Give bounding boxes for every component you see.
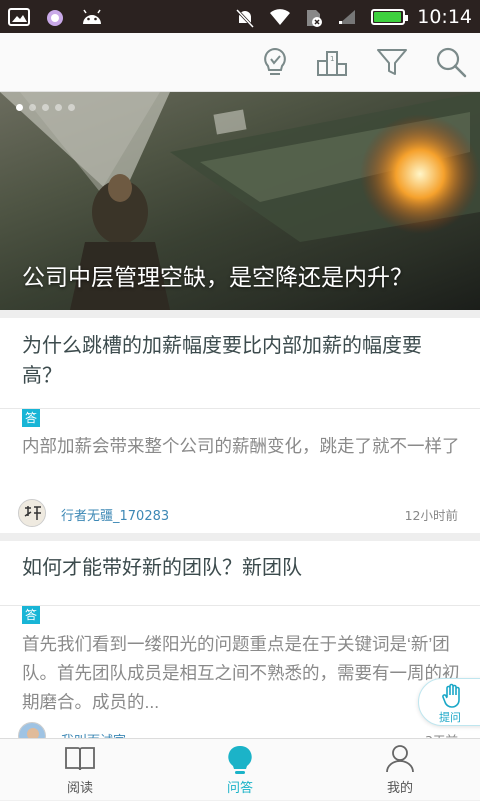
carousel-dot[interactable] [68,104,75,111]
search-icon[interactable] [432,43,470,81]
carousel-indicator [16,104,75,111]
sim-icon [303,8,325,27]
bottom-tab-bar: 阅读 问答 我的 [0,738,480,800]
status-bar: 10:14 [0,0,480,33]
ask-question-label: 提问 [439,711,461,724]
question-card[interactable]: 如何才能带好新的团队？新团队 答 首先我们看到一缕阳光的问题重点是在于关键词是‘… [0,541,480,750]
top-action-bar: 1 [0,33,480,92]
question-card[interactable]: 为什么跳槽的加薪幅度要比内部加薪的幅度要高？ 答 内部加薪会带来整个公司的薪酬变… [0,318,480,533]
wifi-icon [269,8,291,26]
question-title[interactable]: 如何才能带好新的团队？新团队 [22,553,460,583]
carousel-dot[interactable] [42,104,49,111]
filter-icon[interactable] [373,43,411,81]
banner-title: 公司中层管理空缺，是空降还是内升？ [22,264,413,290]
answer-badge: 答 [22,606,40,624]
section-gap [0,533,480,541]
tab-mine[interactable]: 我的 [320,739,480,801]
person-icon [386,745,414,773]
question-title[interactable]: 为什么跳槽的加薪幅度要比内部加薪的幅度要高？ [22,331,460,391]
answer-badge: 答 [22,409,40,427]
hand-icon [442,683,460,708]
tab-read-label: 阅读 [66,781,93,796]
tab-mine-label: 我的 [386,781,413,796]
timestamp: 12小时前 [404,508,458,523]
author-name[interactable]: 行者无疆_170283 [61,505,169,524]
tab-qa[interactable]: 问答 [160,739,320,801]
answer-excerpt[interactable]: 内部加薪会带来整个公司的薪酬变化，跳走了就不一样了 [22,432,462,461]
hero-banner[interactable]: 公司中层管理空缺，是空降还是内升？ [0,92,480,310]
answer-excerpt[interactable]: 首先我们看到一缕阳光的问题重点是在于关键词是‘新’团队。首先团队成员是相互之间不… [22,630,462,717]
carousel-dot[interactable] [55,104,62,111]
avatar[interactable] [18,499,46,527]
tab-read[interactable]: 阅读 [0,739,160,801]
ranking-icon[interactable]: 1 [314,43,352,81]
lightbulb-check-icon[interactable] [256,43,294,81]
mute-icon [235,8,257,28]
lightbulb-icon [228,745,252,774]
tab-qa-label: 问答 [226,781,253,796]
ask-question-button[interactable]: 提问 [418,678,480,726]
circle-app-icon [44,8,66,26]
divider [0,408,480,409]
section-gap [0,310,480,318]
android-icon [80,8,102,26]
book-icon [65,747,95,771]
svg-text:1: 1 [330,55,334,63]
divider [0,605,480,606]
carousel-dot[interactable] [16,104,23,111]
battery-icon [371,8,409,25]
clock-time: 10:14 [417,5,472,28]
signal-icon [337,8,359,26]
image-icon [8,7,30,26]
carousel-dot[interactable] [29,104,36,111]
